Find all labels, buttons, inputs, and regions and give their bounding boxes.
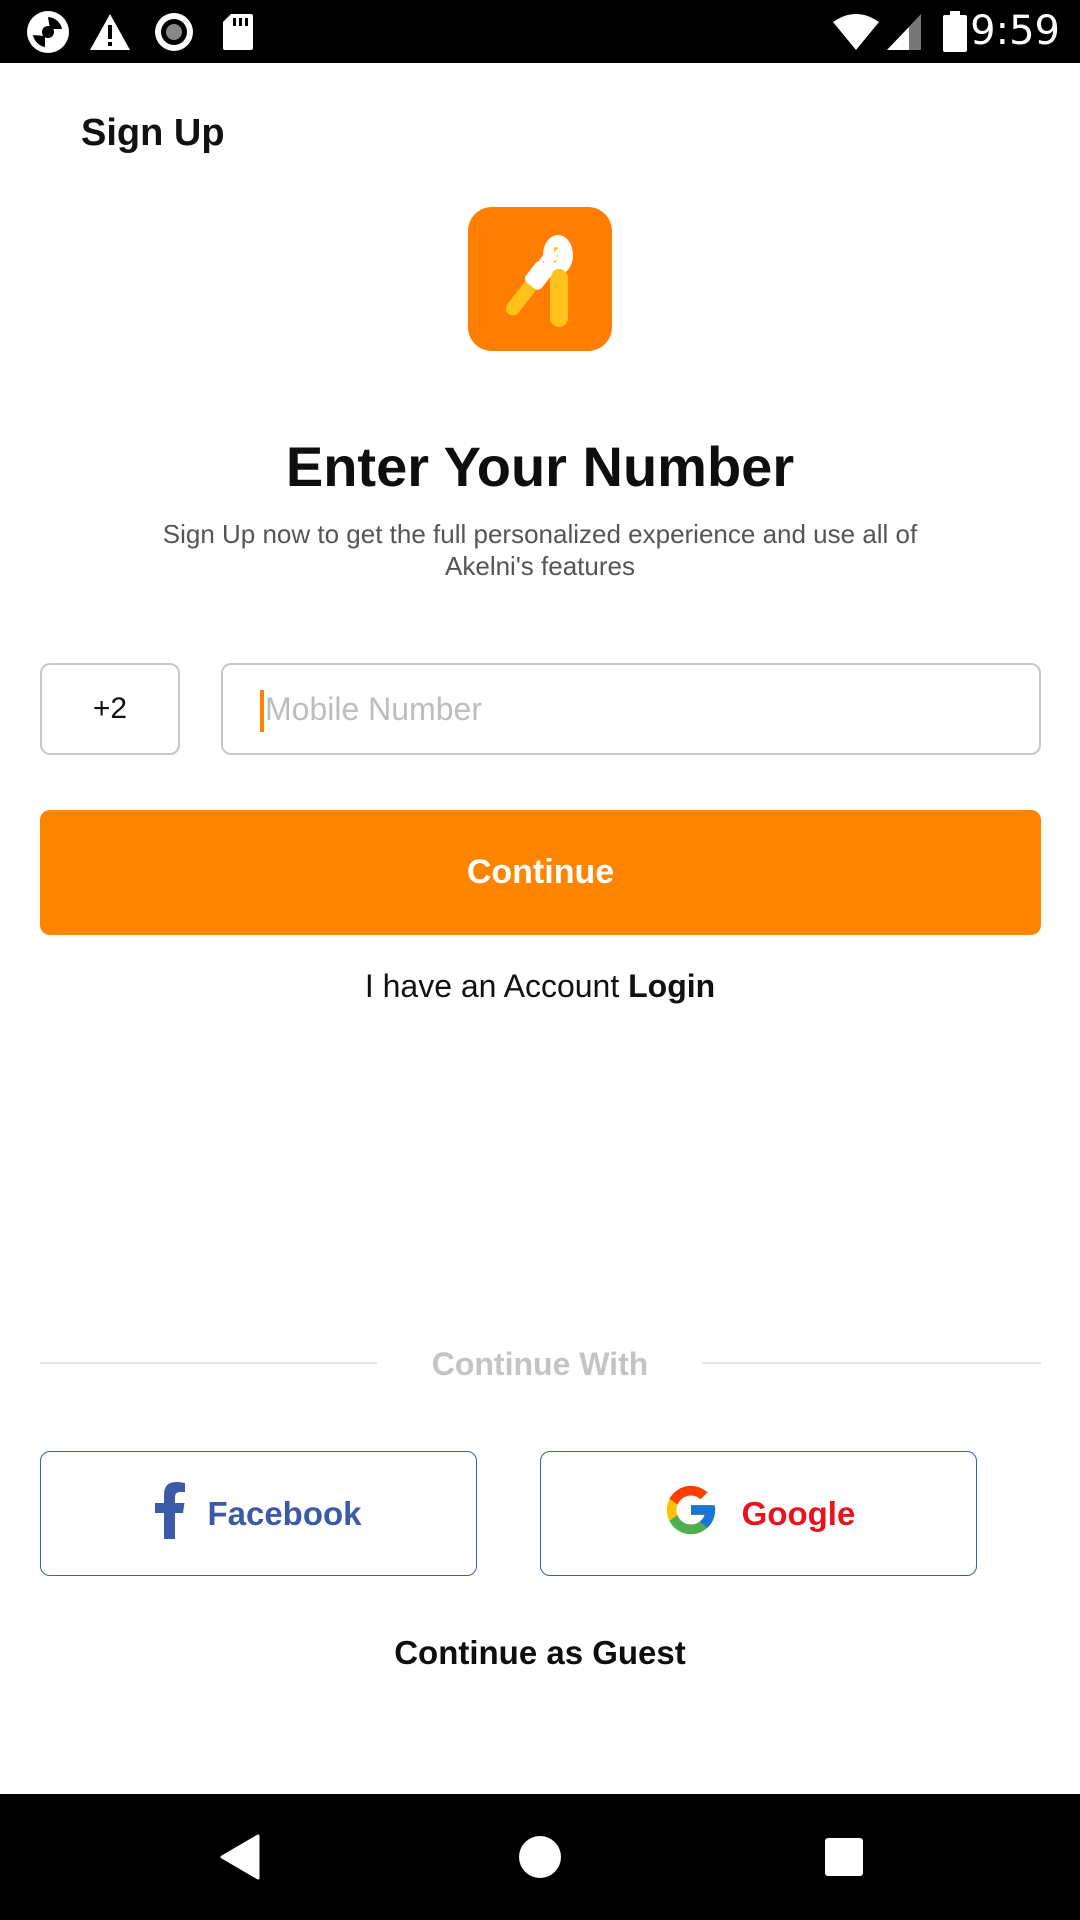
login-row: I have an Account Login [0,968,1080,1005]
subtext: Sign Up now to get the full personalized… [162,519,918,581]
back-icon[interactable] [200,1794,280,1920]
continue-button[interactable]: Continue [40,810,1041,935]
record-icon [150,0,198,63]
fork-spoon-logo-icon [505,235,573,327]
login-link[interactable]: Login [628,968,715,1004]
google-label: Google [741,1494,856,1532]
main-heading: Enter Your Number [285,435,795,498]
facebook-icon [155,1481,186,1547]
recents-icon[interactable] [804,1794,884,1920]
divider-right [702,1362,1041,1364]
mobile-number-input[interactable] [223,665,1039,753]
account-prompt: I have an Account [364,968,620,1004]
mobile-number-field[interactable] [221,663,1041,755]
home-icon[interactable] [500,1794,580,1920]
navigation-bar [0,1794,1080,1920]
google-button[interactable]: Google [540,1451,977,1576]
warning-icon [86,0,134,63]
continue-with-label: Continue With [431,1346,649,1382]
app-logo [468,207,612,351]
facebook-label: Facebook [207,1494,362,1532]
cell-signal-icon [884,0,924,63]
sd-card-icon [214,0,262,63]
wifi-icon [830,0,882,63]
text-caret [260,690,264,732]
facebook-button[interactable]: Facebook [40,1451,477,1576]
camera-aperture-icon [22,0,74,63]
status-bar: 9:59 [0,0,1080,63]
status-time: 9:59 [970,8,1060,54]
country-code-value: +2 [92,692,128,725]
google-icon [662,1481,720,1547]
continue-as-guest-link[interactable]: Continue as Guest [0,1634,1080,1672]
country-code-selector[interactable]: +2 [40,663,180,755]
page-title: Sign Up [81,112,225,154]
battery-icon [938,0,972,63]
continue-button-label: Continue [466,853,615,891]
